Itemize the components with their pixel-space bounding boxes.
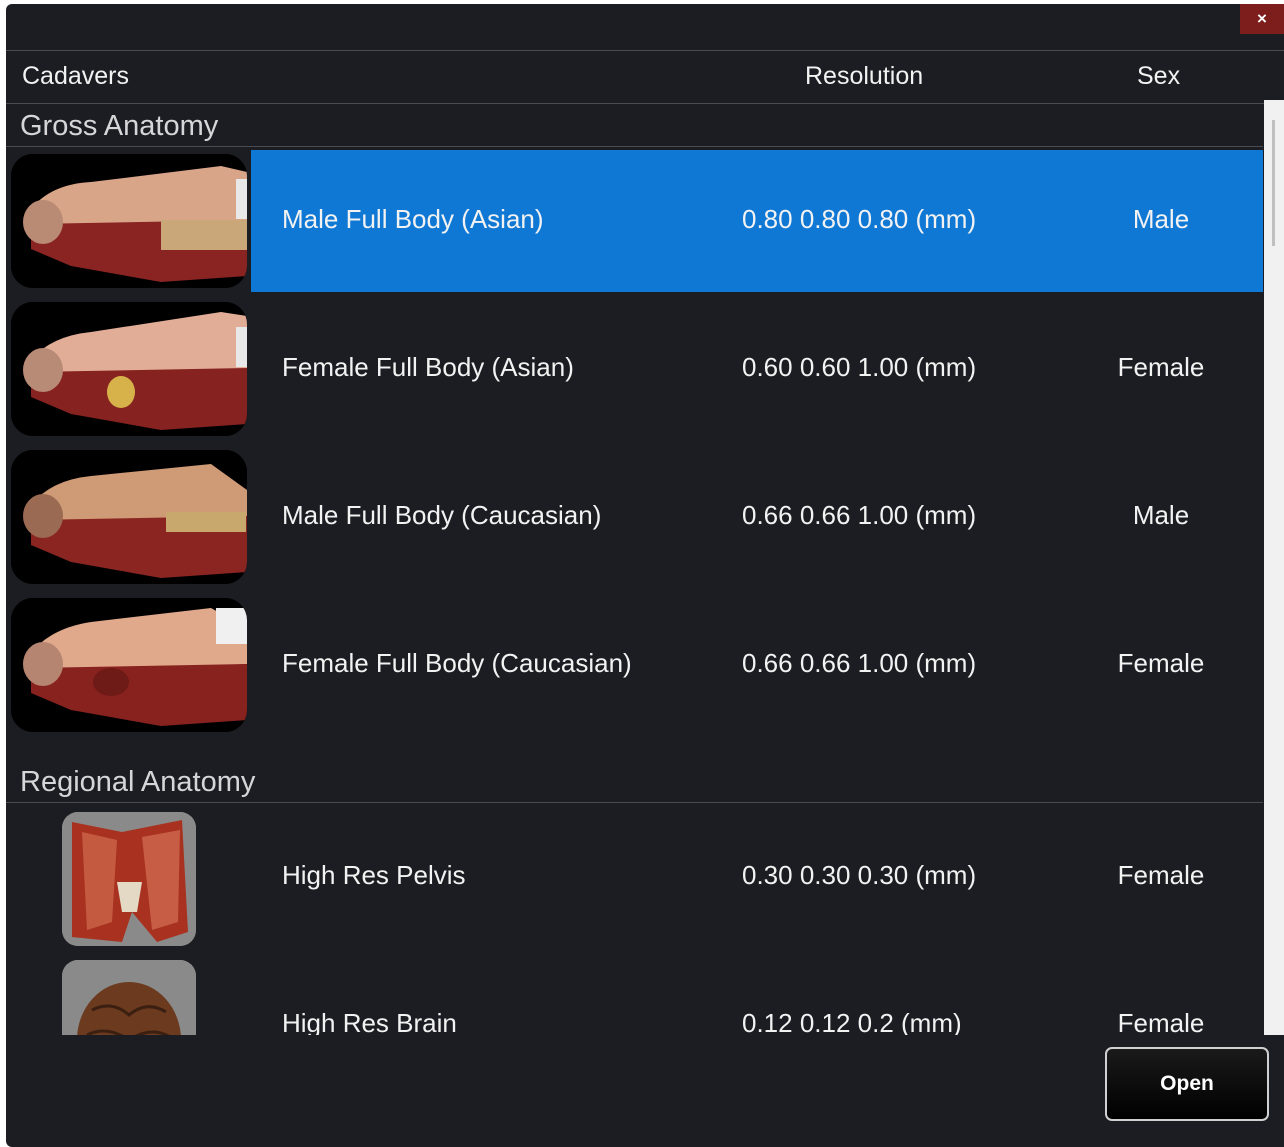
column-header: Cadavers Resolution Sex: [6, 50, 1284, 104]
cadaver-resolution: 0.80 0.80 0.80 (mm): [742, 204, 977, 234]
cadaver-sex: Female: [1117, 648, 1205, 678]
list-item-female-caucasian[interactable]: Female Full Body (Caucasian) 0.66 0.66 1…: [6, 591, 1263, 739]
cadaver-resolution: 0.60 0.60 1.00 (mm): [742, 352, 977, 382]
cadaver-resolution: 0.12 0.12 0.2 (mm): [742, 1008, 962, 1035]
cadaver-sex: Male: [1132, 500, 1190, 530]
cadaver-sex: Female: [1117, 860, 1205, 890]
cadaver-dialog: × Cadavers Resolution Sex Gross Anatomy …: [6, 4, 1284, 1147]
cadaver-resolution: 0.66 0.66 1.00 (mm): [742, 500, 977, 530]
scrollbar-thumb[interactable]: [1272, 120, 1275, 246]
cadaver-thumbnail: [11, 154, 247, 288]
cadaver-sex: Male: [1132, 204, 1190, 234]
cadaver-thumbnail: [11, 598, 247, 732]
section-gross-anatomy: Gross Anatomy: [6, 103, 1263, 147]
cadaver-thumbnail: [11, 450, 247, 584]
cadaver-resolution: 0.66 0.66 1.00 (mm): [742, 648, 977, 678]
cadaver-name: High Res Pelvis: [282, 860, 466, 890]
list-item-high-res-brain[interactable]: High Res Brain 0.12 0.12 0.2 (mm) Female: [6, 951, 1263, 1035]
cadaver-thumbnail: [62, 812, 196, 946]
list-item-male-asian[interactable]: Male Full Body (Asian) 0.80 0.80 0.80 (m…: [6, 147, 1263, 295]
cadaver-thumbnail: [11, 302, 247, 436]
list-item-high-res-pelvis[interactable]: High Res Pelvis 0.30 0.30 0.30 (mm) Fema…: [6, 803, 1263, 951]
cadaver-name: Male Full Body (Caucasian): [282, 500, 602, 530]
open-button[interactable]: Open: [1105, 1047, 1269, 1121]
cadaver-sex: Female: [1117, 1008, 1205, 1035]
cadaver-sex: Female: [1117, 352, 1205, 382]
close-icon: ×: [1257, 9, 1267, 28]
cadaver-name: Female Full Body (Caucasian): [282, 648, 632, 678]
section-regional-anatomy: Regional Anatomy: [6, 759, 1263, 803]
close-button[interactable]: ×: [1240, 4, 1284, 34]
column-header-cadavers[interactable]: Cadavers: [22, 62, 129, 91]
column-header-resolution[interactable]: Resolution: [805, 62, 923, 91]
cadaver-name: Female Full Body (Asian): [282, 352, 574, 382]
cadaver-name: High Res Brain: [282, 1008, 457, 1035]
column-header-sex[interactable]: Sex: [1137, 62, 1180, 91]
cadaver-thumbnail: [62, 960, 196, 1035]
cadaver-resolution: 0.30 0.30 0.30 (mm): [742, 860, 977, 890]
cadaver-name: Male Full Body (Asian): [282, 204, 544, 234]
list-item-female-asian[interactable]: Female Full Body (Asian) 0.60 0.60 1.00 …: [6, 295, 1263, 443]
list-scrollbar[interactable]: [1264, 100, 1284, 1035]
cadaver-list: Gross Anatomy Male Full Body (Asian) 0.8…: [6, 103, 1263, 1035]
list-item-male-caucasian[interactable]: Male Full Body (Caucasian) 0.66 0.66 1.0…: [6, 443, 1263, 591]
